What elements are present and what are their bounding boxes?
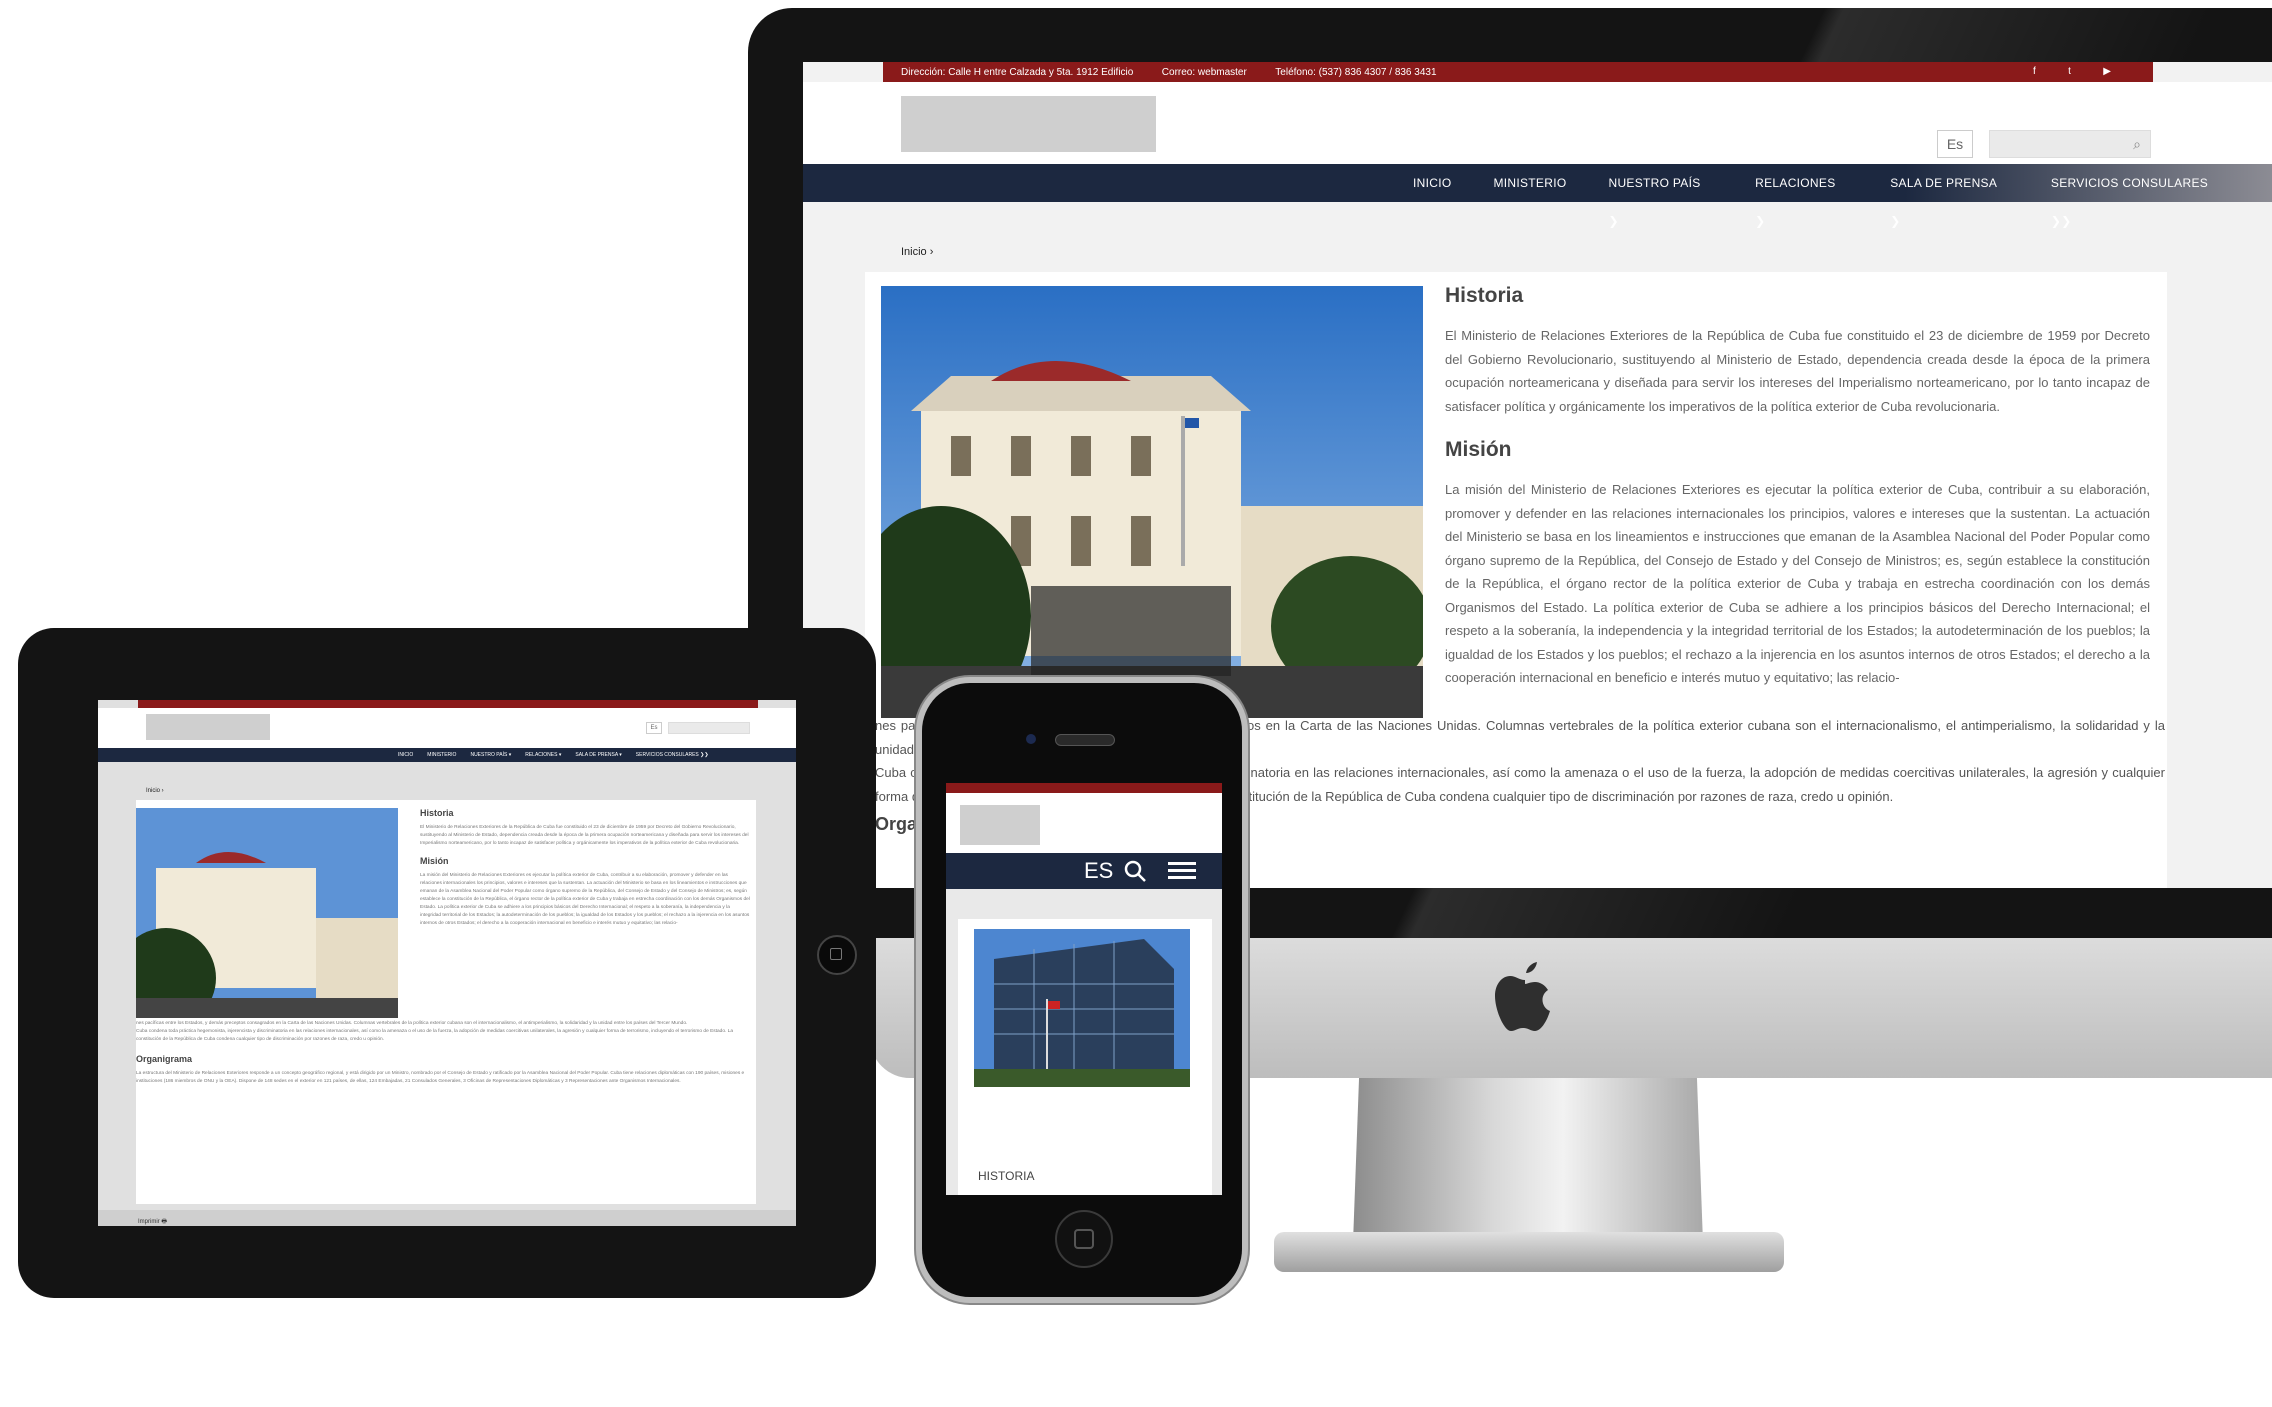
nav-relaciones[interactable]: RELACIONES ❯	[1755, 164, 1848, 240]
ministry-building-photo	[881, 286, 1423, 718]
tablet-article: Historia El Ministerio de Relaciones Ext…	[420, 808, 750, 936]
tablet-search-input[interactable]	[668, 722, 750, 734]
tablet-mision-heading: Misión	[420, 856, 449, 866]
tablet-article-continued: nes pacíficas entre los Estados, y demás…	[136, 1020, 754, 1086]
phone-logo-placeholder[interactable]	[960, 805, 1040, 845]
facebook-icon[interactable]: f	[2033, 66, 2036, 77]
tablet-breadcrumb[interactable]: Inicio ›	[146, 788, 164, 794]
tablet-screen: Es INICIO MINISTERIO NUESTRO PAÍS ▾ RELA…	[98, 700, 796, 1226]
tablet-nav-ministerio[interactable]: MINISTERIO	[427, 748, 456, 762]
phone-language-selector[interactable]: ES	[1084, 853, 1113, 889]
address-text: Dirección: Calle H entre Calzada y 5ta. …	[901, 67, 1134, 78]
tablet-condena-paragraph: Cuba condena toda práctica hegemonista, …	[136, 1029, 734, 1042]
breadcrumb[interactable]: Inicio ›	[901, 246, 933, 258]
desktop-article: Historia El Ministerio de Relaciones Ext…	[1445, 284, 2150, 710]
imac-stand-foot	[1274, 1232, 1784, 1272]
hamburger-menu-icon[interactable]	[1168, 862, 1196, 880]
nav-sala-de-prensa[interactable]: SALA DE PRENSA ❯	[1890, 164, 2009, 240]
nav-servicios-consulares[interactable]: SERVICIOS CONSULARES ❯❯	[2051, 164, 2230, 240]
email-link[interactable]: Correo: webmaster	[1162, 67, 1247, 78]
print-link[interactable]: Imprimir 🖶	[138, 1219, 167, 1225]
tablet-historia-paragraph: El Ministerio de Relaciones Exteriores d…	[420, 825, 749, 846]
phone-search-icon[interactable]	[1122, 853, 1148, 889]
phone-content-card: HISTORIA	[958, 919, 1212, 1195]
phone-header	[946, 793, 1222, 853]
mision-heading: Misión	[1445, 438, 1512, 461]
phone-historia-label: HISTORIA	[978, 1169, 1035, 1183]
tablet-historia-heading: Historia	[420, 808, 454, 818]
apple-logo-icon	[1495, 958, 1555, 1048]
tablet-nav-sala-de-prensa[interactable]: SALA DE PRENSA ▾	[575, 748, 621, 762]
nav-ministerio[interactable]: MINISTERIO	[1493, 164, 1566, 240]
tablet-footer: Imprimir 🖶	[98, 1210, 796, 1226]
desktop-main-nav: INICIO MINISTERIO NUESTRO PAÍS ❯ RELACIO…	[803, 164, 2272, 228]
mision-paragraph: La misión del Ministerio de Relaciones E…	[1445, 482, 2150, 685]
tablet-mision-paragraph-continued: nes pacíficas entre los Estados, y demás…	[136, 1021, 688, 1026]
nav-nuestro-pais[interactable]: NUESTRO PAÍS ❯	[1608, 164, 1713, 240]
search-icon[interactable]: ⌕	[2126, 133, 2148, 155]
historia-paragraph: El Ministerio de Relaciones Exteriores d…	[1445, 328, 2150, 414]
phone-text: Teléfono: (537) 836 4307 / 836 3431	[1275, 67, 1437, 78]
desktop-top-info-bar: Dirección: Calle H entre Calzada y 5ta. …	[883, 62, 2153, 82]
tablet-content-card: Historia El Ministerio de Relaciones Ext…	[136, 800, 756, 1204]
tablet-header: Es	[98, 708, 796, 748]
iphone-camera	[1026, 734, 1036, 744]
phone-building-photo	[974, 929, 1190, 1087]
ipad-home-button	[817, 935, 857, 975]
twitter-icon[interactable]: t	[2068, 66, 2071, 77]
tablet-nav-relaciones[interactable]: RELACIONES ▾	[525, 748, 561, 762]
language-selector[interactable]: Es	[1937, 130, 1973, 158]
youtube-icon[interactable]: ▶	[2103, 66, 2111, 77]
iphone-speaker	[1055, 734, 1115, 746]
tablet-organigrama-heading: Organigrama	[136, 1054, 193, 1064]
tablet-nav-inicio[interactable]: INICIO	[398, 748, 413, 762]
tablet-nav-servicios-consulares[interactable]: SERVICIOS CONSULARES ❯❯	[636, 748, 709, 762]
tablet-nav-nuestro-pais[interactable]: NUESTRO PAÍS ▾	[470, 748, 511, 762]
iphone-home-button	[1055, 1210, 1113, 1268]
search-input[interactable]: ⌕	[1989, 130, 2151, 158]
tablet-organigrama-paragraph: La estructura del Ministerio de Relacion…	[136, 1071, 745, 1084]
tablet-building-photo	[136, 808, 398, 1018]
tablet-mision-paragraph: La misión del Ministerio de Relaciones E…	[420, 873, 750, 926]
phone-top-bar	[946, 783, 1222, 793]
site-logo-placeholder[interactable]	[901, 96, 1156, 152]
social-icons: f t ▶	[2033, 62, 2135, 82]
historia-heading: Historia	[1445, 284, 1524, 307]
nav-inicio[interactable]: INICIO	[1413, 164, 1451, 240]
phone-screen: ES HISTORIA	[946, 783, 1222, 1195]
tablet-top-info-bar	[138, 700, 758, 708]
tablet-language-selector[interactable]: Es	[646, 722, 662, 734]
phone-nav-bar: ES	[946, 853, 1222, 889]
tablet-logo-placeholder[interactable]	[146, 714, 270, 740]
tablet-main-nav: INICIO MINISTERIO NUESTRO PAÍS ▾ RELACIO…	[98, 748, 796, 762]
